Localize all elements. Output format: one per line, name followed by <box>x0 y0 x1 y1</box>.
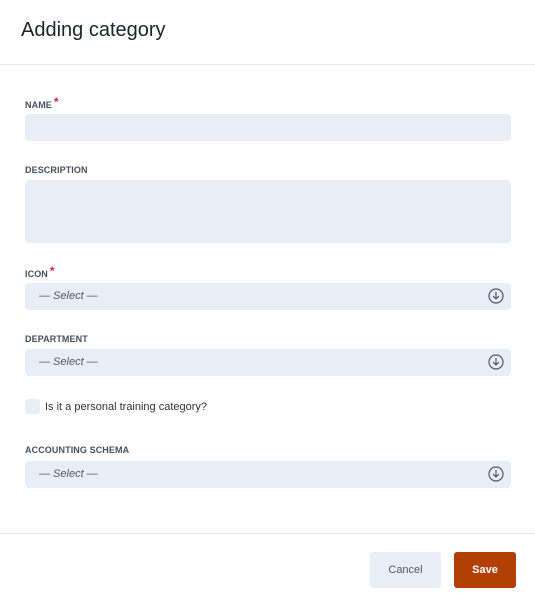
chevron-down-circle-icon[interactable] <box>488 288 504 304</box>
name-input[interactable] <box>25 114 511 141</box>
dialog-header: Adding category <box>0 0 535 65</box>
name-label: NAME * <box>25 95 59 111</box>
name-required-marker: * <box>53 95 59 109</box>
accounting-schema-select-value: — Select — <box>39 468 98 480</box>
dialog-title: Adding category <box>21 19 166 41</box>
chevron-down-circle-icon[interactable] <box>488 354 504 370</box>
icon-required-marker: * <box>49 264 55 278</box>
accounting-schema-label: ACCOUNTING SCHEMA <box>25 445 130 455</box>
chevron-down-circle-icon[interactable] <box>488 466 504 482</box>
cancel-button[interactable]: Cancel <box>370 552 441 588</box>
icon-label: ICON * <box>25 264 55 280</box>
icon-label-text: ICON <box>25 269 48 279</box>
department-label: DEPARTMENT <box>25 334 88 344</box>
name-label-text: NAME <box>25 100 52 110</box>
icon-select-value: — Select — <box>39 290 98 302</box>
department-select[interactable]: — Select — <box>25 349 511 376</box>
description-textarea[interactable] <box>25 180 511 243</box>
accounting-schema-select[interactable]: — Select — <box>25 461 511 488</box>
department-select-value: — Select — <box>39 356 98 368</box>
description-label: DESCRIPTION <box>25 165 88 175</box>
save-button[interactable]: Save <box>454 552 516 588</box>
personal-training-checkbox-label[interactable]: Is it a personal training category? <box>45 401 207 413</box>
icon-select[interactable]: — Select — <box>25 283 511 310</box>
personal-training-checkbox[interactable] <box>25 399 40 414</box>
adding-category-dialog: Adding category NAME * DESCRIPTION ICON * … <box>0 0 535 608</box>
